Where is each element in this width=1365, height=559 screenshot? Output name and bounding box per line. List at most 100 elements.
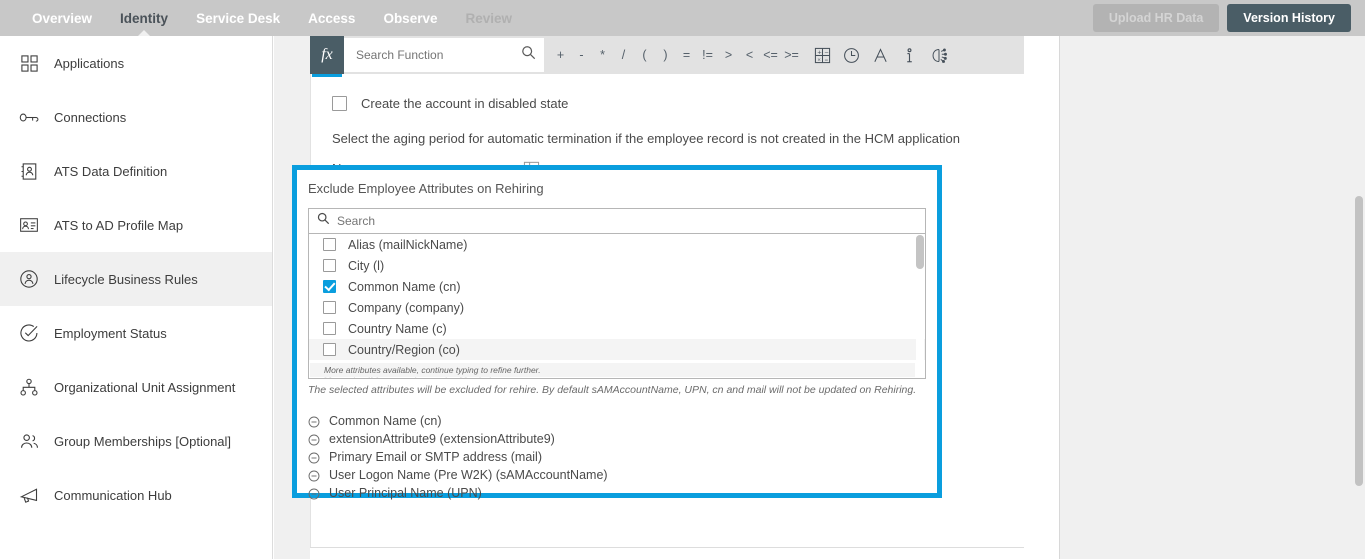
selected-attributes-list: Common Name (cn) extensionAttribute9 (ext…: [308, 412, 937, 502]
megaphone-icon: [18, 484, 40, 506]
disabled-state-row: Create the account in disabled state: [332, 96, 1024, 111]
attribute-option-row[interactable]: Common Name (cn): [309, 276, 925, 297]
sidebar-item-connections[interactable]: Connections: [0, 90, 272, 144]
sidebar-item-communication-hub[interactable]: Communication Hub: [0, 468, 272, 522]
upload-hr-data-button[interactable]: Upload HR Data: [1092, 4, 1220, 32]
operator-buttons: + - * /() = != > < <= >=: [544, 36, 802, 74]
selected-attribute-label: extensionAttribute9 (extensionAttribute9…: [329, 432, 555, 446]
nav-tab-identity[interactable]: Identity: [106, 0, 182, 36]
operator-button[interactable]: <=: [760, 48, 781, 62]
attribute-checkbox[interactable]: [323, 280, 336, 293]
exclude-panel-title: Exclude Employee Attributes on Rehiring: [308, 181, 544, 196]
attribute-checkbox[interactable]: [323, 259, 336, 272]
sidebar-item-organizational-unit-assignment[interactable]: Organizational Unit Assignment: [0, 360, 272, 414]
remove-circle-icon[interactable]: [308, 415, 320, 428]
operator-button[interactable]: >=: [781, 48, 802, 62]
sidebar-item-employment-status[interactable]: Employment Status: [0, 306, 272, 360]
attribute-list-scrollbar[interactable]: [916, 235, 924, 377]
sidebar-item-label: Lifecycle Business Rules: [54, 271, 198, 287]
attribute-option-row[interactable]: City (l): [309, 255, 925, 276]
attribute-checkbox[interactable]: [323, 343, 336, 356]
sidebar-item-label: ATS to AD Profile Map: [54, 217, 184, 233]
attribute-search-box[interactable]: [308, 208, 926, 234]
operator-button[interactable]: +: [550, 48, 571, 62]
people-icon: [18, 430, 40, 452]
sidebar-item-lifecycle-business-rules[interactable]: Lifecycle Business Rules: [0, 252, 272, 306]
sidebar-item-label: ATS Data Definition: [54, 163, 168, 179]
attribute-checkbox[interactable]: [323, 238, 336, 251]
selected-attribute-label: Common Name (cn): [329, 414, 442, 428]
calculator-icon[interactable]: + − × =: [814, 47, 831, 64]
operator-button[interactable]: /: [613, 48, 634, 62]
attribute-option-row[interactable]: Company (company): [309, 297, 925, 318]
main-content-area: fx +-*/()=!=><<=>= + − × =: [274, 36, 1365, 559]
scrollbar-thumb[interactable]: [1355, 196, 1363, 486]
exclude-attributes-panel: Exclude Employee Attributes on Rehiring …: [292, 165, 942, 500]
operator-button[interactable]: ): [655, 48, 676, 62]
info-icon[interactable]: [901, 47, 918, 64]
attribute-search-input[interactable]: [335, 213, 917, 229]
sidebar-item-label: Connections: [54, 109, 127, 125]
attribute-option-row[interactable]: Alias (mailNickName): [309, 234, 925, 255]
operator-button[interactable]: >: [718, 48, 739, 62]
nav-tab-overview[interactable]: Overview: [18, 0, 106, 36]
sidebar-item-applications[interactable]: Applications: [0, 36, 272, 90]
attribute-label: City (l): [348, 258, 385, 273]
scrollbar-thumb[interactable]: [916, 235, 924, 269]
nav-tab-service-desk[interactable]: Service Desk: [182, 0, 294, 36]
attribute-label: Company (company): [348, 300, 465, 315]
operator-button[interactable]: =: [676, 48, 697, 62]
operator-button[interactable]: <: [739, 48, 760, 62]
clock-icon[interactable]: [843, 47, 860, 64]
search-function-input[interactable]: [354, 47, 521, 63]
formula-toolbar: fx +-*/()=!=><<=>= + − × =: [310, 36, 1024, 77]
selected-attribute-label: User Logon Name (Pre W2K) (sAMAccountNam…: [329, 468, 608, 482]
remove-circle-icon[interactable]: [308, 487, 320, 500]
selected-attribute-chip: User Principal Name (UPN): [308, 484, 937, 502]
text-icon[interactable]: [872, 47, 889, 64]
nav-actions: Upload HR Data Version History: [1092, 4, 1365, 32]
selected-attribute-chip: extensionAttribute9 (extensionAttribute9…: [308, 430, 937, 448]
create-account-disabled-checkbox[interactable]: [332, 96, 347, 111]
fx-function-button[interactable]: fx: [310, 36, 344, 77]
operator-button[interactable]: *: [592, 48, 613, 62]
version-history-button[interactable]: Version History: [1227, 4, 1351, 32]
sidebar-item-ats-to-ad-profile-map[interactable]: ATS to AD Profile Map: [0, 198, 272, 252]
operator-button[interactable]: -: [571, 48, 592, 62]
attribute-option-list[interactable]: Alias (mailNickName) City (l) Common Name …: [308, 234, 926, 379]
change-of-role-section[interactable]: Change of Role: [310, 547, 1024, 559]
create-account-disabled-label: Create the account in disabled state: [361, 96, 569, 111]
sidebar-item-ats-data-definition[interactable]: ATS Data Definition: [0, 144, 272, 198]
search-icon: [521, 45, 536, 65]
operator-button[interactable]: (: [634, 48, 655, 62]
attribute-checkbox[interactable]: [323, 301, 336, 314]
operator-button[interactable]: !=: [697, 48, 718, 62]
attribute-option-row[interactable]: Country Name (c): [309, 318, 925, 339]
aging-period-description: Select the aging period for automatic te…: [332, 131, 960, 146]
sidebar-item-label: Communication Hub: [54, 487, 172, 503]
nav-tab-review[interactable]: Review: [451, 0, 526, 36]
page-scrollbar[interactable]: [1355, 196, 1363, 559]
org-tree-icon: [18, 376, 40, 398]
selected-attribute-chip: Primary Email or SMTP address (mail): [308, 448, 937, 466]
svg-text:−: −: [824, 49, 829, 55]
sidebar: Applications Connections ATS Data Definiti…: [0, 36, 273, 559]
sidebar-item-label: Applications: [54, 55, 125, 71]
attribute-option-row[interactable]: Country/Region (co): [309, 339, 925, 360]
svg-text:=: =: [824, 57, 828, 62]
remove-circle-icon[interactable]: [308, 469, 320, 482]
remove-circle-icon[interactable]: [308, 451, 320, 464]
attribute-label: Alias (mailNickName): [348, 237, 468, 252]
ai-brain-icon[interactable]: [930, 47, 948, 64]
nav-tab-access[interactable]: Access: [294, 0, 369, 36]
attribute-rows: Alias (mailNickName) City (l) Common Name …: [309, 234, 925, 360]
attribute-checkbox[interactable]: [323, 322, 336, 335]
selected-attribute-label: User Principal Name (UPN): [329, 486, 482, 500]
function-search-box[interactable]: [344, 38, 544, 72]
nav-tab-observe[interactable]: Observe: [369, 0, 451, 36]
remove-circle-icon[interactable]: [308, 433, 320, 446]
sidebar-item-group-memberships-optional[interactable]: Group Memberships [Optional]: [0, 414, 272, 468]
formula-icon-buttons: + − × =: [802, 36, 948, 74]
attribute-label: Country Name (c): [348, 321, 447, 336]
exclude-hint-text: The selected attributes will be excluded…: [308, 384, 917, 396]
